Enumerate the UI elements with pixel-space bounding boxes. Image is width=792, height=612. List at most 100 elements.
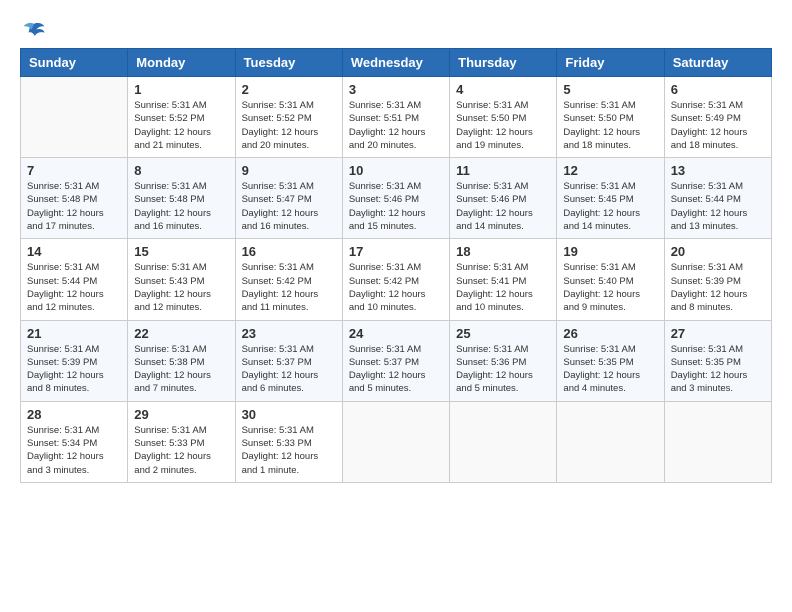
calendar-cell (450, 401, 557, 482)
day-number: 27 (671, 326, 765, 341)
calendar-cell: 18 Sunrise: 5:31 AM Sunset: 5:41 PM Dayli… (450, 239, 557, 320)
cell-detail: Sunrise: 5:31 AM Sunset: 5:39 PM Dayligh… (27, 343, 121, 396)
calendar-cell: 29 Sunrise: 5:31 AM Sunset: 5:33 PM Dayli… (128, 401, 235, 482)
day-number: 28 (27, 407, 121, 422)
day-number: 2 (242, 82, 336, 97)
week-row-5: 28 Sunrise: 5:31 AM Sunset: 5:34 PM Dayli… (21, 401, 772, 482)
weekday-thursday: Thursday (450, 49, 557, 77)
day-number: 23 (242, 326, 336, 341)
header (20, 20, 772, 40)
day-number: 15 (134, 244, 228, 259)
weekday-monday: Monday (128, 49, 235, 77)
cell-detail: Sunrise: 5:31 AM Sunset: 5:45 PM Dayligh… (563, 180, 657, 233)
day-number: 11 (456, 163, 550, 178)
cell-detail: Sunrise: 5:31 AM Sunset: 5:52 PM Dayligh… (134, 99, 228, 152)
calendar-cell (21, 77, 128, 158)
cell-detail: Sunrise: 5:31 AM Sunset: 5:40 PM Dayligh… (563, 261, 657, 314)
cell-detail: Sunrise: 5:31 AM Sunset: 5:33 PM Dayligh… (134, 424, 228, 477)
weekday-friday: Friday (557, 49, 664, 77)
day-number: 30 (242, 407, 336, 422)
cell-detail: Sunrise: 5:31 AM Sunset: 5:46 PM Dayligh… (349, 180, 443, 233)
calendar-body: 1Sunrise: 5:31 AM Sunset: 5:52 PM Daylig… (21, 77, 772, 483)
calendar-cell: 20Sunrise: 5:31 AM Sunset: 5:39 PM Dayli… (664, 239, 771, 320)
day-number: 5 (563, 82, 657, 97)
day-number: 7 (27, 163, 121, 178)
day-number: 29 (134, 407, 228, 422)
calendar-cell: 3 Sunrise: 5:31 AM Sunset: 5:51 PM Daylig… (342, 77, 449, 158)
calendar-cell: 11 Sunrise: 5:31 AM Sunset: 5:46 PM Dayli… (450, 158, 557, 239)
calendar-cell: 15 Sunrise: 5:31 AM Sunset: 5:43 PM Dayli… (128, 239, 235, 320)
day-number: 13 (671, 163, 765, 178)
calendar-cell: 26Sunrise: 5:31 AM Sunset: 5:35 PM Dayli… (557, 320, 664, 401)
cell-detail: Sunrise: 5:31 AM Sunset: 5:35 PM Dayligh… (671, 343, 765, 396)
calendar-cell: 16 Sunrise: 5:31 AM Sunset: 5:42 PM Dayli… (235, 239, 342, 320)
calendar-cell: 8 Sunrise: 5:31 AM Sunset: 5:48 PM Daylig… (128, 158, 235, 239)
day-number: 25 (456, 326, 550, 341)
week-row-3: 14 Sunrise: 5:31 AM Sunset: 5:44 PM Dayli… (21, 239, 772, 320)
calendar-cell: 1Sunrise: 5:31 AM Sunset: 5:52 PM Daylig… (128, 77, 235, 158)
cell-detail: Sunrise: 5:31 AM Sunset: 5:49 PM Dayligh… (671, 99, 765, 152)
day-number: 14 (27, 244, 121, 259)
day-number: 19 (563, 244, 657, 259)
calendar-cell (342, 401, 449, 482)
cell-detail: Sunrise: 5:31 AM Sunset: 5:42 PM Dayligh… (242, 261, 336, 314)
calendar-cell: 21 Sunrise: 5:31 AM Sunset: 5:39 PM Dayli… (21, 320, 128, 401)
calendar-cell: 4 Sunrise: 5:31 AM Sunset: 5:50 PM Daylig… (450, 77, 557, 158)
calendar-cell: 10Sunrise: 5:31 AM Sunset: 5:46 PM Dayli… (342, 158, 449, 239)
calendar-cell (557, 401, 664, 482)
weekday-wednesday: Wednesday (342, 49, 449, 77)
day-number: 17 (349, 244, 443, 259)
calendar-cell: 12 Sunrise: 5:31 AM Sunset: 5:45 PM Dayli… (557, 158, 664, 239)
week-row-1: 1Sunrise: 5:31 AM Sunset: 5:52 PM Daylig… (21, 77, 772, 158)
calendar-cell: 23 Sunrise: 5:31 AM Sunset: 5:37 PM Dayli… (235, 320, 342, 401)
calendar-cell: 14 Sunrise: 5:31 AM Sunset: 5:44 PM Dayli… (21, 239, 128, 320)
cell-detail: Sunrise: 5:31 AM Sunset: 5:33 PM Dayligh… (242, 424, 336, 477)
week-row-2: 7 Sunrise: 5:31 AM Sunset: 5:48 PM Daylig… (21, 158, 772, 239)
day-number: 16 (242, 244, 336, 259)
calendar-cell (664, 401, 771, 482)
day-number: 3 (349, 82, 443, 97)
cell-detail: Sunrise: 5:31 AM Sunset: 5:48 PM Dayligh… (134, 180, 228, 233)
calendar-cell: 6 Sunrise: 5:31 AM Sunset: 5:49 PM Daylig… (664, 77, 771, 158)
logo (20, 20, 46, 40)
calendar-cell: 22 Sunrise: 5:31 AM Sunset: 5:38 PM Dayli… (128, 320, 235, 401)
day-number: 4 (456, 82, 550, 97)
cell-detail: Sunrise: 5:31 AM Sunset: 5:47 PM Dayligh… (242, 180, 336, 233)
cell-detail: Sunrise: 5:31 AM Sunset: 5:42 PM Dayligh… (349, 261, 443, 314)
calendar-cell: 28 Sunrise: 5:31 AM Sunset: 5:34 PM Dayli… (21, 401, 128, 482)
day-number: 20 (671, 244, 765, 259)
calendar-table: SundayMondayTuesdayWednesdayThursdayFrid… (20, 48, 772, 483)
cell-detail: Sunrise: 5:31 AM Sunset: 5:48 PM Dayligh… (27, 180, 121, 233)
logo-bird-icon (22, 20, 46, 44)
cell-detail: Sunrise: 5:31 AM Sunset: 5:50 PM Dayligh… (456, 99, 550, 152)
cell-detail: Sunrise: 5:31 AM Sunset: 5:43 PM Dayligh… (134, 261, 228, 314)
calendar-cell: 5Sunrise: 5:31 AM Sunset: 5:50 PM Daylig… (557, 77, 664, 158)
day-number: 6 (671, 82, 765, 97)
day-number: 21 (27, 326, 121, 341)
calendar-cell: 17 Sunrise: 5:31 AM Sunset: 5:42 PM Dayli… (342, 239, 449, 320)
cell-detail: Sunrise: 5:31 AM Sunset: 5:36 PM Dayligh… (456, 343, 550, 396)
calendar-cell: 27 Sunrise: 5:31 AM Sunset: 5:35 PM Dayli… (664, 320, 771, 401)
day-number: 26 (563, 326, 657, 341)
cell-detail: Sunrise: 5:31 AM Sunset: 5:46 PM Dayligh… (456, 180, 550, 233)
cell-detail: Sunrise: 5:31 AM Sunset: 5:38 PM Dayligh… (134, 343, 228, 396)
cell-detail: Sunrise: 5:31 AM Sunset: 5:44 PM Dayligh… (671, 180, 765, 233)
day-number: 8 (134, 163, 228, 178)
cell-detail: Sunrise: 5:31 AM Sunset: 5:41 PM Dayligh… (456, 261, 550, 314)
calendar-cell: 25 Sunrise: 5:31 AM Sunset: 5:36 PM Dayli… (450, 320, 557, 401)
calendar-cell: 2Sunrise: 5:31 AM Sunset: 5:52 PM Daylig… (235, 77, 342, 158)
day-number: 9 (242, 163, 336, 178)
cell-detail: Sunrise: 5:31 AM Sunset: 5:34 PM Dayligh… (27, 424, 121, 477)
day-number: 18 (456, 244, 550, 259)
calendar-cell: 24Sunrise: 5:31 AM Sunset: 5:37 PM Dayli… (342, 320, 449, 401)
weekday-tuesday: Tuesday (235, 49, 342, 77)
calendar-cell: 19 Sunrise: 5:31 AM Sunset: 5:40 PM Dayli… (557, 239, 664, 320)
week-row-4: 21 Sunrise: 5:31 AM Sunset: 5:39 PM Dayli… (21, 320, 772, 401)
cell-detail: Sunrise: 5:31 AM Sunset: 5:51 PM Dayligh… (349, 99, 443, 152)
day-number: 24 (349, 326, 443, 341)
weekday-saturday: Saturday (664, 49, 771, 77)
day-number: 12 (563, 163, 657, 178)
day-number: 22 (134, 326, 228, 341)
cell-detail: Sunrise: 5:31 AM Sunset: 5:37 PM Dayligh… (242, 343, 336, 396)
cell-detail: Sunrise: 5:31 AM Sunset: 5:44 PM Dayligh… (27, 261, 121, 314)
